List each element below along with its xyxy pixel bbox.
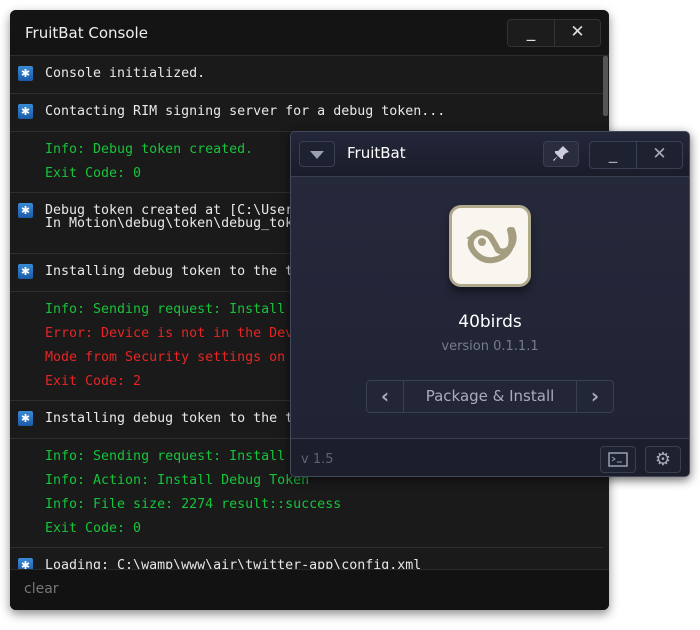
log-detail-line: Info: Action: Install Debug Token [45,473,310,488]
gear-icon: ✱ [18,104,33,119]
clear-button[interactable]: clear [24,581,59,597]
fruitbat-minimize-button[interactable]: _ [590,142,636,168]
action-selector: ‹ Package & Install › [366,380,614,413]
settings-button[interactable]: ⚙ [645,446,681,473]
fruitbat-footer: v 1.5 ⚙ [291,438,689,476]
scrollbar-thumb[interactable] [603,56,608,116]
log-entry: ✱ Loading: C:\wamp\www\air\twitter-app\co… [10,548,603,569]
log-detail-line: Error: Device is not in the Dev [45,326,294,341]
log-detail-line: Exit Code: 2 [45,374,142,389]
log-detail-line: Mode from Security settings on [45,350,286,365]
gear-icon: ✱ [18,411,33,426]
log-detail-line: In Motion\debug\token\debug_tok [45,216,294,231]
previous-action-button[interactable]: ‹ [367,381,403,412]
fruitbat-title-bar[interactable]: FruitBat _ ✕ [291,132,689,177]
log-detail-line: Info: Sending request: Install [45,302,286,317]
log-detail-line: Info: File size: 2274 result::success [45,497,342,512]
fruitbat-title: FruitBat [347,144,406,162]
log-message: Installing debug token to the t [45,411,294,426]
gear-icon: ✱ [18,264,33,279]
log-message: Installing debug token to the t [45,264,294,279]
log-detail-line: Info: Debug token created. [45,142,254,157]
gear-icon: ✱ [18,66,33,81]
console-footer: clear [10,569,609,610]
app-icon [449,205,531,287]
log-message: Loading: C:\wamp\www\air\twitter-app\con… [45,558,422,569]
log-message: Console initialized. [45,66,206,81]
log-entry-header: ✱ Loading: C:\wamp\www\air\twitter-app\co… [10,548,603,569]
log-detail-line: Exit Code: 0 [45,521,142,536]
console-toggle-button[interactable] [600,446,636,473]
terminal-icon [608,452,628,467]
fruitbat-version: v 1.5 [301,452,334,467]
log-entry-header: ✱ Contacting RIM signing server for a deb… [10,94,603,131]
log-detail-line: Info: Sending request: Install [45,449,286,464]
console-title: FruitBat Console [25,24,148,42]
console-minimize-button[interactable]: _ [508,20,554,46]
app-name: 40birds [458,312,522,332]
console-title-bar[interactable]: FruitBat Console _ ✕ [10,10,609,56]
bird-icon [466,227,517,264]
next-action-button[interactable]: › [577,381,613,412]
console-close-button[interactable]: ✕ [554,20,600,46]
fruitbat-window: FruitBat _ ✕ 40birds version 0.1.1.1 ‹ P… [290,131,690,477]
log-message: Contacting RIM signing server for a debu… [45,104,446,119]
package-install-button[interactable]: Package & Install [403,381,577,412]
triangle-down-icon [310,151,324,159]
app-version: version 0.1.1.1 [441,339,539,354]
gear-icon: ✱ [18,558,33,569]
fruitbat-close-button[interactable]: ✕ [636,142,682,168]
gear-icon: ✱ [18,203,33,218]
menu-dropdown-button[interactable] [299,141,335,167]
pin-button[interactable] [543,141,579,167]
gear-icon: ⚙ [654,449,672,470]
log-detail-line: Exit Code: 0 [45,166,142,181]
log-entry: ✱ Console initialized. [10,56,603,94]
log-entry-header: ✱ Console initialized. [10,56,603,93]
pin-icon [553,146,569,161]
